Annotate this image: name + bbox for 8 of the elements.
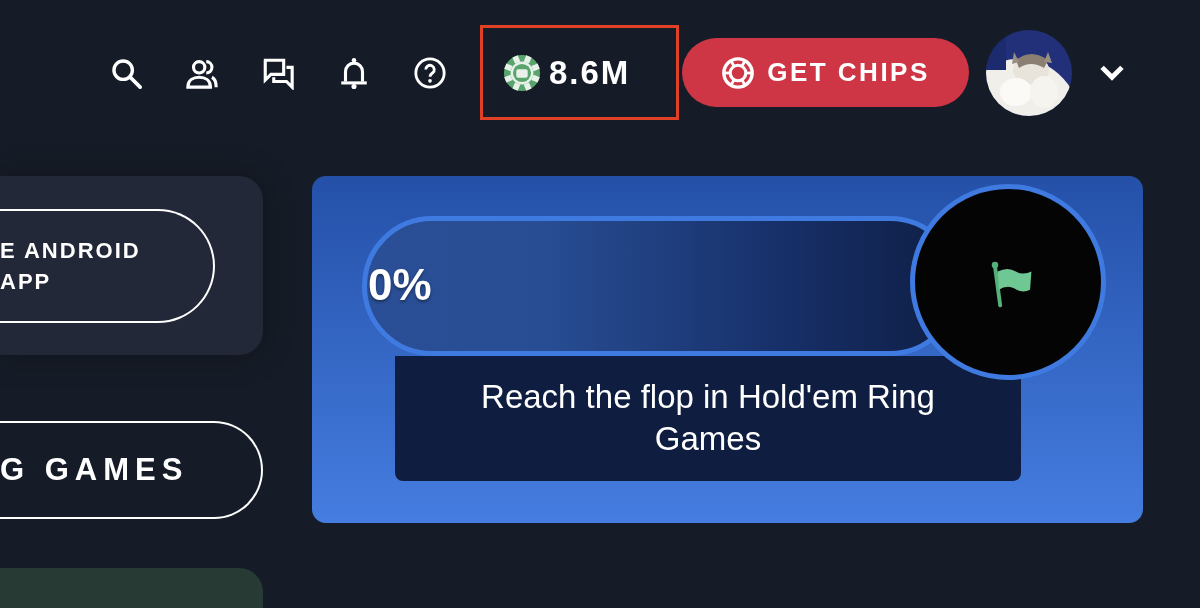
chip-balance: 8.6M xyxy=(549,53,631,92)
progress-percent: 0% xyxy=(368,260,432,310)
get-chips-button[interactable]: GET CHIPS xyxy=(682,38,969,107)
chip-icon xyxy=(503,53,541,92)
games-button[interactable]: G GAMES xyxy=(0,421,263,519)
mission-description: Reach the flop in Hold'em Ring Games xyxy=(395,356,1021,481)
chip-icon xyxy=(721,55,756,90)
android-app-button[interactable]: E ANDROID APP xyxy=(0,208,215,323)
